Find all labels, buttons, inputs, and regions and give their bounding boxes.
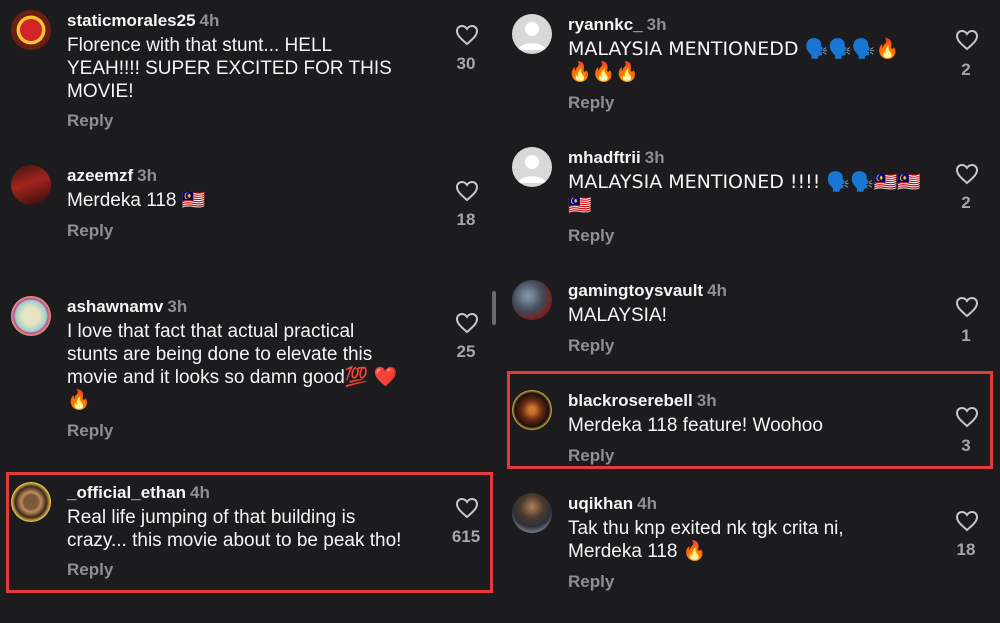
comment-mhadftrii: mhadftrii 3h MALAYSIA MENTIONED !!!! 🗣️🗣️… <box>512 147 952 247</box>
like-count: 615 <box>451 527 481 546</box>
comment-azeemzf: azeemzf 3h Merdeka 118 🇲🇾 Reply <box>11 165 491 245</box>
timestamp: 3h <box>644 148 665 167</box>
reply-button[interactable]: Reply <box>67 221 113 241</box>
username[interactable]: ryannkc_ <box>568 15 643 34</box>
like-count: 2 <box>961 60 971 79</box>
comment-text: MALAYSIA! <box>568 305 667 326</box>
heart-icon[interactable] <box>455 24 479 46</box>
username[interactable]: ashawnamv <box>67 297 163 316</box>
comment-ryannkc: ryannkc_ 3h MALAYSIA MENTIONEDD 🗣️🗣️🗣️🔥 🔥… <box>512 14 952 119</box>
comment-staticmorales25: staticmorales25 4h Florence with that stu… <box>11 10 491 135</box>
like-count: 3 <box>961 436 971 455</box>
avatar[interactable] <box>11 482 51 522</box>
timestamp: 3h <box>167 297 188 316</box>
scrollbar[interactable] <box>492 291 496 325</box>
comment-text: I love that fact that actual practical s… <box>67 321 398 411</box>
username[interactable]: uqikhan <box>568 494 633 513</box>
timestamp: 4h <box>637 494 658 513</box>
comment-text: Tak thu knp exited nk tgk crita ni, Merd… <box>568 518 844 562</box>
like-count: 25 <box>456 342 476 361</box>
avatar[interactable] <box>512 390 552 430</box>
heart-icon[interactable] <box>955 296 979 318</box>
comment-text: Real life jumping of that building is cr… <box>67 507 402 551</box>
avatar[interactable] <box>512 147 552 187</box>
heart-icon[interactable] <box>455 312 479 334</box>
comment-text: Florence with that stunt... HELL YEAH!!!… <box>67 35 392 102</box>
timestamp: 3h <box>646 15 667 34</box>
comment-text: Merdeka 118 🇲🇾 <box>67 190 206 211</box>
like-count: 18 <box>956 540 976 559</box>
username[interactable]: gamingtoysvault <box>568 281 703 300</box>
default-avatar-icon <box>518 22 546 50</box>
reply-button[interactable]: Reply <box>568 572 614 592</box>
reply-button[interactable]: Reply <box>568 446 614 466</box>
avatar[interactable] <box>11 10 51 50</box>
heart-icon[interactable] <box>955 406 979 428</box>
comment-text: MALAYSIA MENTIONED !!!! 🗣️🗣️🇲🇾🇲🇾 🇲🇾 <box>568 171 922 216</box>
heart-icon[interactable] <box>455 497 479 519</box>
avatar[interactable] <box>512 493 552 533</box>
default-avatar-icon <box>518 155 546 183</box>
comment-text: MALAYSIA MENTIONEDD 🗣️🗣️🗣️🔥 🔥🔥🔥 <box>568 38 900 83</box>
comment-ashawnamv: ashawnamv 3h I love that fact that actual… <box>11 296 491 446</box>
heart-icon[interactable] <box>955 163 979 185</box>
like-count: 30 <box>456 54 476 73</box>
username[interactable]: blackroserebell <box>568 391 693 410</box>
avatar[interactable] <box>512 280 552 320</box>
reply-button[interactable]: Reply <box>67 421 113 441</box>
comment-blackroserebell: blackroserebell 3h Merdeka 118 feature! W… <box>512 390 952 465</box>
comment-official-ethan: _official_ethan 4h Real life jumping of t… <box>11 482 491 582</box>
heart-icon[interactable] <box>455 180 479 202</box>
timestamp: 4h <box>199 11 220 30</box>
reply-button[interactable]: Reply <box>568 93 614 113</box>
timestamp: 4h <box>190 483 210 502</box>
timestamp: 3h <box>137 166 157 185</box>
username[interactable]: staticmorales25 <box>67 11 196 30</box>
reply-button[interactable]: Reply <box>67 111 113 131</box>
heart-icon[interactable] <box>955 29 979 51</box>
avatar[interactable] <box>512 14 552 54</box>
username[interactable]: mhadftrii <box>568 148 641 167</box>
username[interactable]: azeemzf <box>67 166 133 185</box>
avatar[interactable] <box>11 296 51 336</box>
timestamp: 3h <box>696 391 717 410</box>
like-count: 2 <box>961 193 971 212</box>
comment-uqikhan: uqikhan 4h Tak thu knp exited nk tgk crit… <box>512 493 952 598</box>
like-count: 1 <box>961 326 971 345</box>
avatar[interactable] <box>11 165 51 205</box>
comment-gamingtoysvault: gamingtoysvault 4h MALAYSIA! Reply <box>512 280 952 360</box>
reply-button[interactable]: Reply <box>67 560 113 580</box>
like-count: 18 <box>456 210 476 229</box>
reply-button[interactable]: Reply <box>568 336 614 356</box>
comment-text: Merdeka 118 feature! Woohoo <box>568 415 823 436</box>
timestamp: 4h <box>707 281 727 300</box>
username[interactable]: _official_ethan <box>67 483 186 502</box>
heart-icon[interactable] <box>955 510 979 532</box>
reply-button[interactable]: Reply <box>568 226 614 246</box>
